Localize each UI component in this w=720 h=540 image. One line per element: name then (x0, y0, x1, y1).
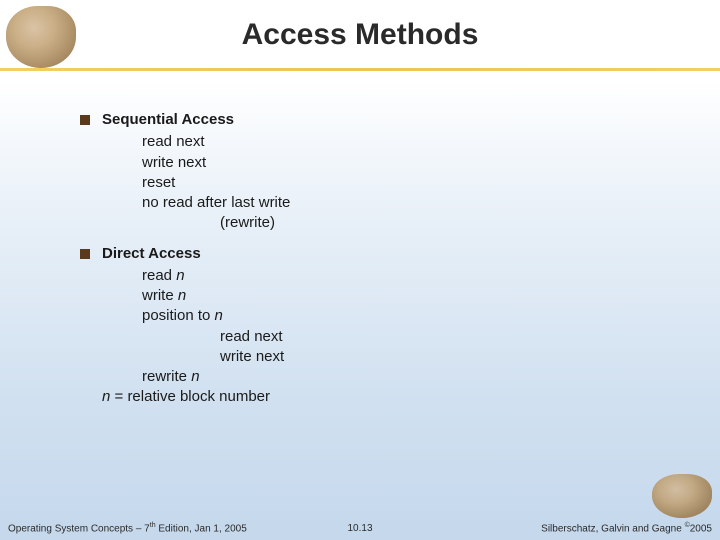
square-bullet-icon (80, 115, 90, 125)
footer-right: Silberschatz, Galvin and Gagne ©2005 (541, 522, 712, 534)
body-line: write next (80, 153, 290, 173)
body-line: n = relative block number (80, 387, 290, 407)
body-line: write n (80, 286, 290, 306)
dinosaur-logo-bottom (652, 474, 712, 518)
footer-left: Operating System Concepts – 7th Edition,… (8, 522, 247, 534)
body-line: position to n (80, 306, 290, 326)
body-line: reset (80, 173, 290, 193)
divider-bar (0, 68, 720, 71)
slide-title: Access Methods (0, 18, 720, 52)
body-line: read next (80, 132, 290, 152)
body-line: (rewrite) (80, 213, 290, 233)
body-line: read next (80, 327, 290, 347)
section-heading: Sequential Access (102, 110, 234, 130)
footer-page-number: 10.13 (347, 523, 372, 534)
body-line: rewrite n (80, 367, 290, 387)
section-heading: Direct Access (102, 244, 201, 264)
square-bullet-icon (80, 249, 90, 259)
body-line: read n (80, 266, 290, 286)
body-line: write next (80, 347, 290, 367)
body-line: no read after last write (80, 193, 290, 213)
slide-content: Sequential Access read next write next r… (80, 110, 290, 408)
bullet-item: Direct Access (80, 244, 290, 264)
bullet-item: Sequential Access (80, 110, 290, 130)
slide: Access Methods Sequential Access read ne… (0, 0, 720, 540)
